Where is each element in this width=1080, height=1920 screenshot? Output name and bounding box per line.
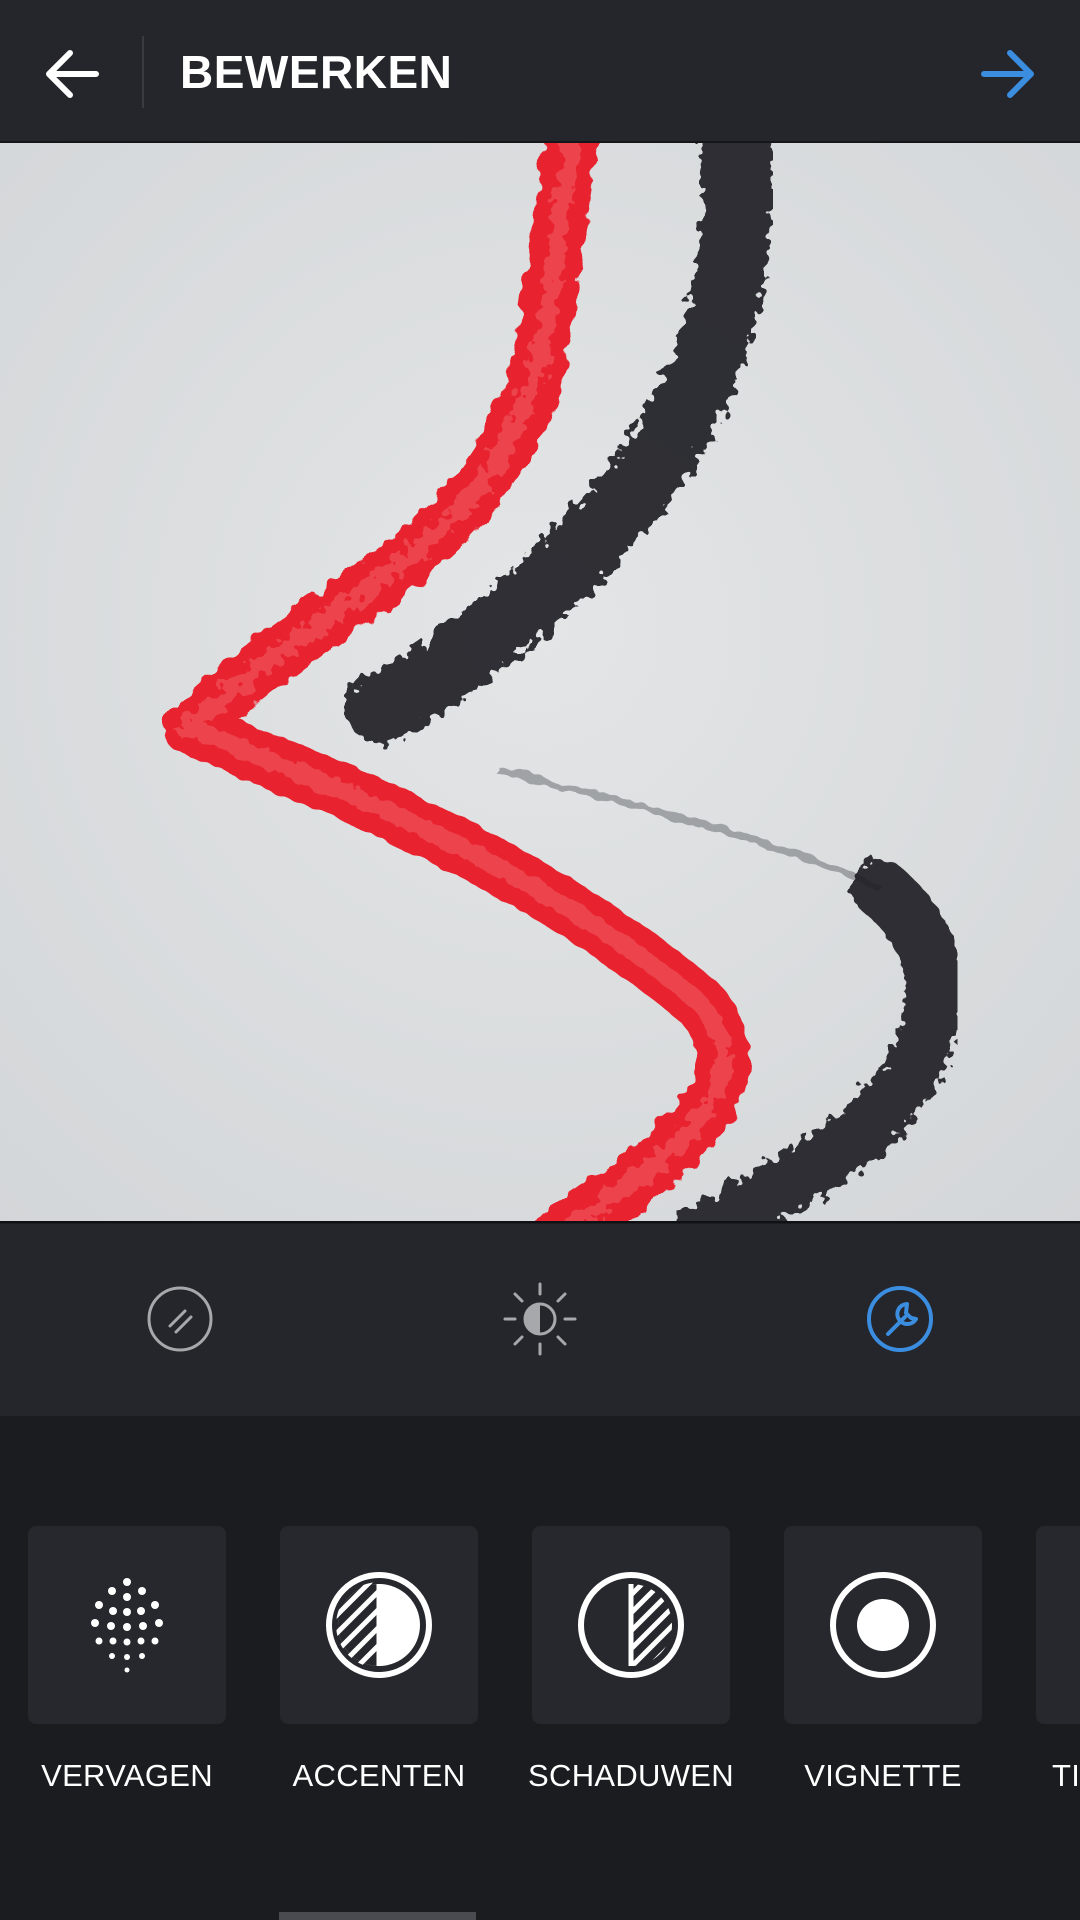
mode-toolbar xyxy=(0,1224,1080,1416)
back-button[interactable] xyxy=(36,38,108,110)
photo-image xyxy=(0,143,1080,1221)
tool-item-tilt-shift: TI xyxy=(1030,1526,1080,1826)
wrench-edit-icon xyxy=(867,1286,933,1352)
tool-item-vervagen: VERVAGEN xyxy=(22,1526,242,1826)
shadows-icon xyxy=(578,1572,684,1678)
next-button[interactable] xyxy=(972,38,1044,110)
tool-label: VIGNETTE xyxy=(804,1758,962,1793)
edit-tab[interactable] xyxy=(855,1274,945,1364)
vervagen-button[interactable] xyxy=(28,1526,226,1724)
schaduwen-button[interactable] xyxy=(532,1526,730,1724)
page-title: BEWERKEN xyxy=(180,46,453,98)
filter-tab[interactable] xyxy=(135,1274,225,1364)
tool-item-vignette: VIGNETTE xyxy=(778,1526,998,1826)
lux-tab[interactable] xyxy=(495,1274,585,1364)
accenten-button[interactable] xyxy=(280,1526,478,1724)
top-bar: BEWERKEN xyxy=(0,0,1080,143)
vignette-icon xyxy=(830,1572,936,1678)
highlights-icon xyxy=(326,1572,432,1678)
header-divider xyxy=(142,36,144,108)
tool-label: TI xyxy=(1052,1758,1080,1793)
dots-fade-icon xyxy=(91,1578,163,1673)
tool-label: VERVAGEN xyxy=(41,1758,213,1793)
tool-label: ACCENTEN xyxy=(292,1758,466,1793)
filter-icon xyxy=(147,1286,213,1352)
vignette-button[interactable] xyxy=(784,1526,982,1724)
arrow-left-icon xyxy=(46,50,99,98)
lux-brightness-icon xyxy=(503,1282,577,1356)
scroll-indicator xyxy=(279,1912,476,1920)
edit-tools-panel: VERVAGEN ACCENTEN SCHADUWEN VIGNETTE TI xyxy=(0,1416,1080,1920)
tool-label: SCHADUWEN xyxy=(528,1758,734,1793)
tool-item-accenten: ACCENTEN xyxy=(274,1526,494,1826)
arrow-right-icon xyxy=(981,50,1034,98)
tool-item-schaduwen: SCHADUWEN xyxy=(526,1526,746,1826)
tilt-shift-button[interactable] xyxy=(1036,1526,1080,1724)
photo-preview xyxy=(0,143,1080,1223)
